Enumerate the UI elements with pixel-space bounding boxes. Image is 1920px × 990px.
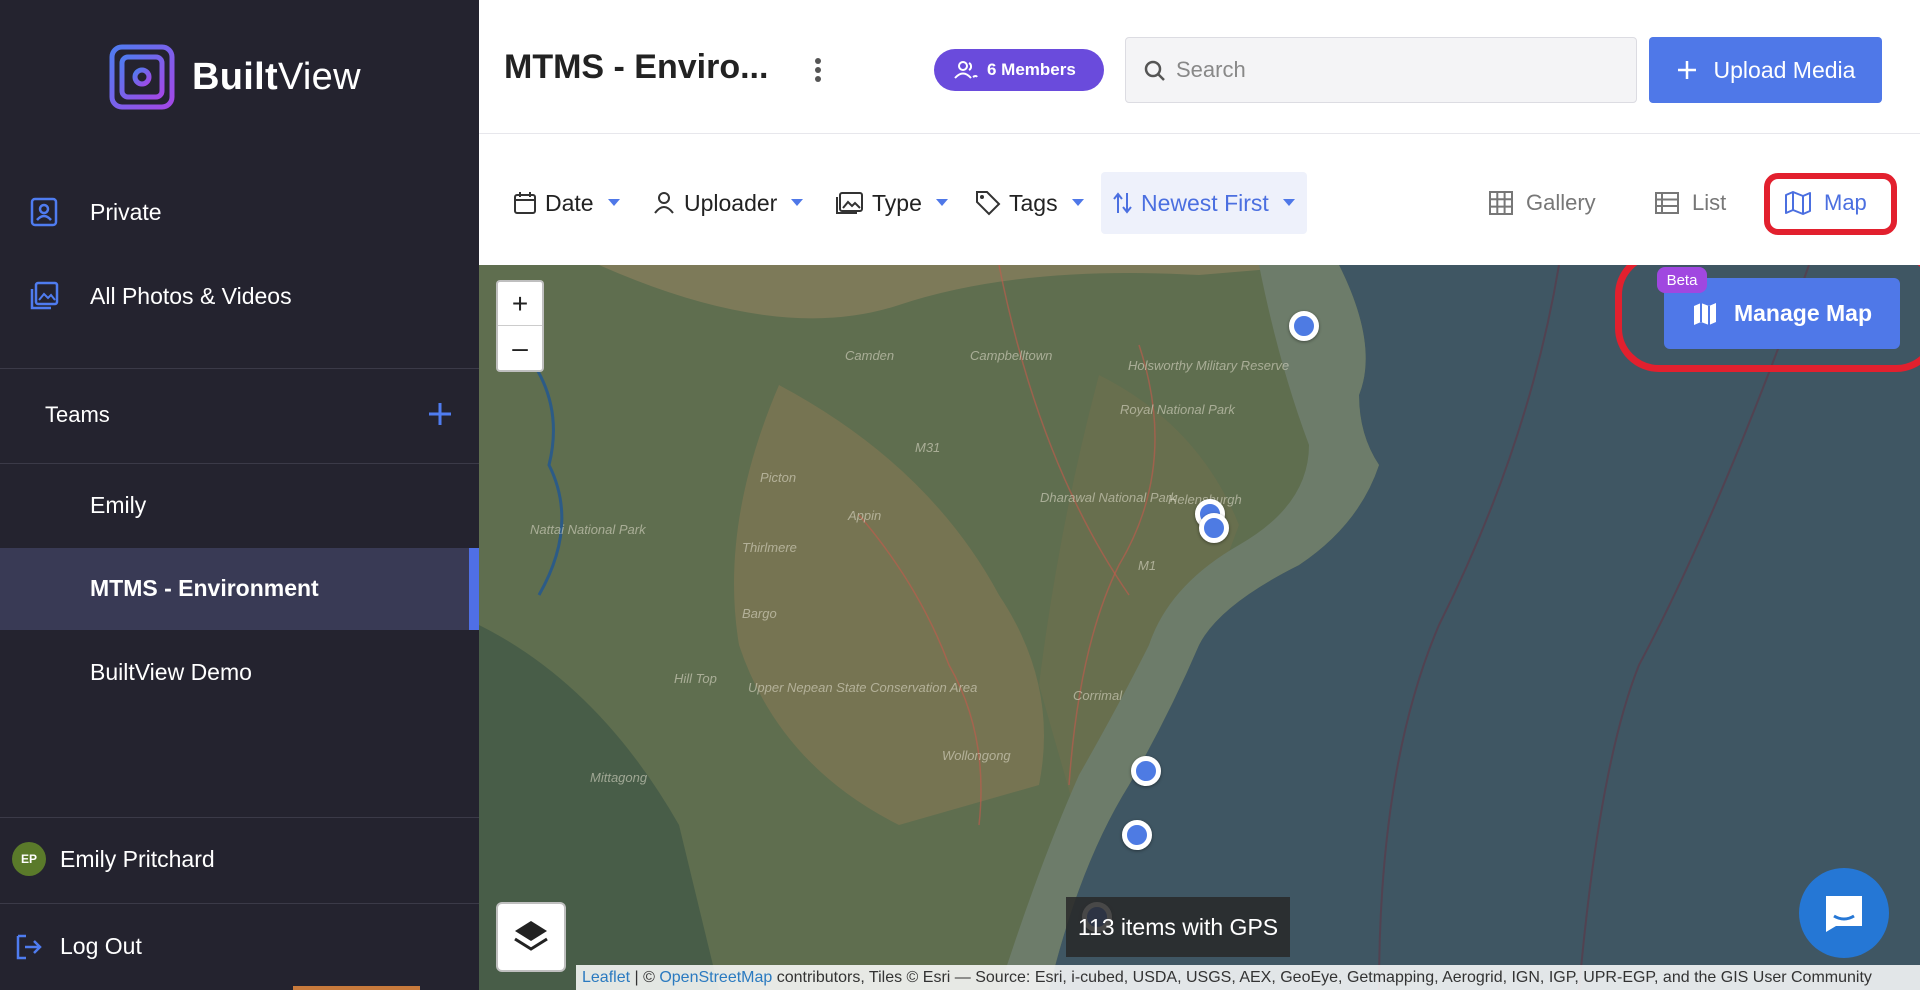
view-list-button[interactable]: List [1654,175,1726,231]
uploader-filter[interactable]: Uploader [652,172,804,234]
type-filter[interactable]: Type [836,172,948,234]
zoom-control: + – [496,280,544,372]
user-name: Emily Pritchard [60,846,215,872]
team-item-label: Emily [90,492,147,518]
photos-icon [30,281,59,310]
page-title: MTMS - Enviro... [504,48,769,86]
team-item-builtview-demo[interactable]: BuiltView Demo [0,632,479,714]
search-box[interactable] [1125,37,1637,103]
nav-all-photos-label: All Photos & Videos [90,282,292,309]
filter-bar: Date Uploader Type Tags Newest First Gal… [479,135,1920,265]
gps-count-badge: 113 items with GPS [1066,897,1290,957]
teams-header: Teams [0,378,479,454]
more-options-icon[interactable] [812,56,824,84]
sidebar: BuiltView Private All Photos & Videos Te… [0,0,479,990]
team-item-emily[interactable]: Emily [0,465,479,547]
user-profile[interactable]: EP Emily Pritchard [0,818,479,902]
chevron-down-icon [935,199,948,206]
members-label: 6 Members [987,60,1076,79]
decorative-bar [293,986,420,990]
images-icon [836,192,863,214]
beta-badge: Beta [1657,267,1707,293]
layers-icon [514,921,548,951]
satellite-basemap [479,265,1920,990]
logout-button[interactable]: Log Out [0,904,479,984]
team-item-mtms-environment[interactable]: MTMS - Environment [0,548,479,630]
person-icon [654,192,674,214]
divider [0,368,479,369]
map-marker[interactable] [1131,756,1161,786]
teams-label: Teams [45,402,110,427]
chat-icon [1826,896,1862,932]
view-gallery-label: Gallery [1526,190,1596,215]
type-filter-label: Type [872,189,922,216]
leaflet-link[interactable]: Leaflet [582,969,630,987]
sort-label: Newest First [1141,189,1269,216]
map-view[interactable]: Camden Campbelltown Holsworthy Military Re… [479,265,1920,990]
avatar: EP [12,842,46,876]
person-badge-icon [30,197,58,227]
layers-button[interactable] [496,902,566,972]
team-item-label: MTMS - Environment [90,575,319,601]
builtview-logo-icon [109,44,175,110]
divider [0,463,479,464]
uploader-filter-label: Uploader [684,189,778,216]
search-icon [1144,60,1165,81]
tag-icon [976,191,1001,216]
members-button[interactable]: 6 Members [934,49,1104,91]
zoom-in-button[interactable]: + [498,282,542,326]
map-marker[interactable] [1199,513,1229,543]
nav-all-photos[interactable]: All Photos & Videos [0,256,479,336]
people-icon [954,61,978,79]
brand-logo[interactable]: BuiltView [108,43,361,111]
attribution-separator: | © [630,968,660,986]
map-marker[interactable] [1289,311,1319,341]
brand-name: BuiltView [192,55,361,98]
map-marker[interactable] [1122,820,1152,850]
active-indicator [469,548,479,630]
upload-media-button[interactable]: Upload Media [1649,37,1882,103]
team-item-label: BuiltView Demo [90,659,252,685]
logout-label: Log Out [60,933,142,959]
manage-map-label: Manage Map [1733,300,1873,326]
header: MTMS - Enviro... 6 Members Upload Media [479,0,1920,134]
date-filter[interactable]: Date [513,172,620,234]
grid-icon [1489,191,1513,215]
chevron-down-icon [607,199,620,206]
chevron-down-icon [791,199,804,206]
tags-filter-label: Tags [1009,189,1058,216]
osm-link[interactable]: OpenStreetMap [659,969,772,987]
chevron-down-icon [1071,199,1084,206]
tags-filter[interactable]: Tags [975,172,1084,234]
map-attribution: Leaflet | © OpenStreetMap contributors, … [576,965,1920,990]
chat-button[interactable] [1799,868,1889,958]
chevron-down-icon [1282,199,1295,206]
nav-private[interactable]: Private [0,172,479,252]
nav-private-label: Private [90,198,162,225]
logout-icon [16,934,42,960]
sort-icon [1113,192,1132,214]
highlight-map-view [1764,173,1897,235]
sort-dropdown[interactable]: Newest First [1101,172,1307,234]
manage-map-area: Manage Map Beta [1615,265,1920,373]
list-icon [1655,192,1679,214]
date-filter-label: Date [545,189,594,216]
map-icon [1693,302,1716,325]
search-input[interactable] [1176,52,1616,88]
attribution-text: contributors, Tiles © Esri — Source: Esr… [772,968,1872,986]
add-team-icon[interactable] [426,400,454,428]
view-list-label: List [1692,190,1727,215]
view-gallery-button[interactable]: Gallery [1488,175,1596,231]
plus-icon [1677,61,1696,79]
calendar-icon [514,192,536,214]
upload-media-label: Upload Media [1713,56,1856,83]
zoom-out-button[interactable]: – [498,326,542,370]
